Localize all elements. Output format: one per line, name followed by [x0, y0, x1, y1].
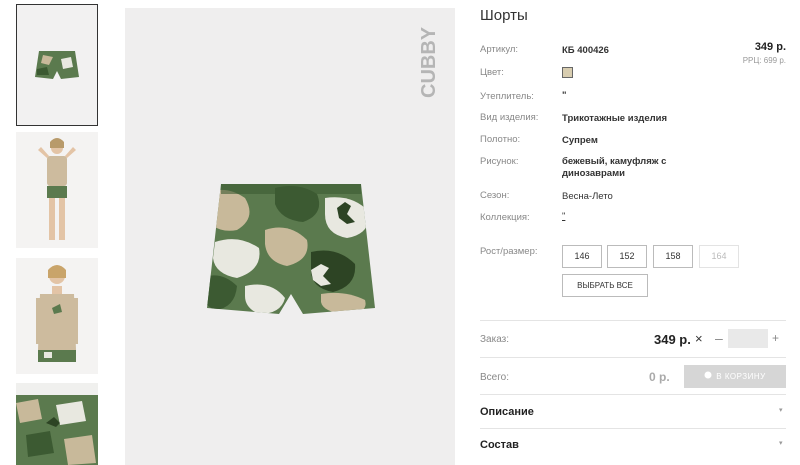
- thumbnail-model-closeup[interactable]: [16, 258, 98, 374]
- fabric-value: Супрем: [562, 135, 598, 146]
- season-value: Весна-Лето: [562, 191, 613, 202]
- cart-icon: [704, 365, 712, 388]
- product-type-value: Трикотажные изделия: [562, 113, 668, 124]
- insulation-value: ": [562, 90, 567, 101]
- size-164-button: 164: [699, 245, 739, 268]
- divider: [480, 357, 786, 358]
- total-value: 0 р.: [649, 370, 670, 384]
- description-section-title[interactable]: Описание: [480, 406, 534, 418]
- chevron-down-icon[interactable]: ▾: [779, 406, 783, 414]
- fabric-label: Полотно:: [480, 134, 521, 145]
- order-label: Заказ:: [480, 334, 510, 345]
- article-label: Артикул:: [480, 44, 519, 55]
- shorts-image: [207, 184, 375, 314]
- model-front-image: [16, 132, 98, 248]
- collection-label: Коллекция:: [480, 212, 530, 223]
- insulation-label: Утеплитель:: [480, 91, 534, 102]
- divider: [480, 394, 786, 395]
- pattern-value-line2: динозаврами: [562, 168, 625, 179]
- brand-logo: CUBBY: [413, 22, 443, 102]
- thumbnail-shorts[interactable]: [16, 4, 98, 126]
- quantity-input[interactable]: [728, 329, 768, 348]
- brand-logo-svg: CUBBY: [418, 26, 440, 98]
- divider: [480, 320, 786, 321]
- shorts-thumbnail-image: [35, 51, 79, 79]
- pattern-label: Рисунок:: [480, 156, 519, 167]
- thumbnail-fabric-detail[interactable]: [16, 383, 98, 465]
- size-label: Рост/размер:: [480, 246, 538, 257]
- composition-section-title[interactable]: Состав: [480, 439, 519, 451]
- total-label: Всего:: [480, 372, 509, 383]
- multiply-icon: ×: [695, 331, 703, 346]
- size-152-button[interactable]: 152: [607, 245, 647, 268]
- season-label: Сезон:: [480, 190, 510, 201]
- decrease-quantity-button[interactable]: –: [715, 330, 723, 346]
- product-type-label: Вид изделия:: [480, 112, 539, 123]
- fabric-detail-image: [16, 383, 98, 465]
- chevron-down-icon[interactable]: ▾: [779, 439, 783, 447]
- add-to-cart-label: В КОРЗИНУ: [716, 372, 766, 381]
- increase-quantity-button[interactable]: +: [772, 331, 779, 345]
- size-158-button[interactable]: 158: [653, 245, 693, 268]
- article-value: КБ 400426: [562, 45, 609, 56]
- color-swatch[interactable]: [562, 67, 573, 78]
- collection-link[interactable]: ": [562, 210, 565, 223]
- product-title: Шорты: [480, 7, 528, 24]
- add-to-cart-button[interactable]: В КОРЗИНУ: [684, 365, 786, 388]
- model-closeup-image: [16, 258, 98, 374]
- color-label: Цвет:: [480, 67, 504, 78]
- thumbnail-model-front[interactable]: [16, 132, 98, 248]
- recommended-price: РРЦ: 699 р.: [742, 56, 786, 65]
- product-price: 349 р.: [754, 41, 786, 53]
- size-146-button[interactable]: 146: [562, 245, 602, 268]
- main-product-image: [125, 8, 455, 465]
- order-price: 349 р.: [654, 332, 691, 347]
- select-all-sizes-button[interactable]: ВЫБРАТЬ ВСЕ: [562, 274, 648, 297]
- brand-logo-text: CUBBY: [418, 26, 440, 98]
- divider: [480, 428, 786, 429]
